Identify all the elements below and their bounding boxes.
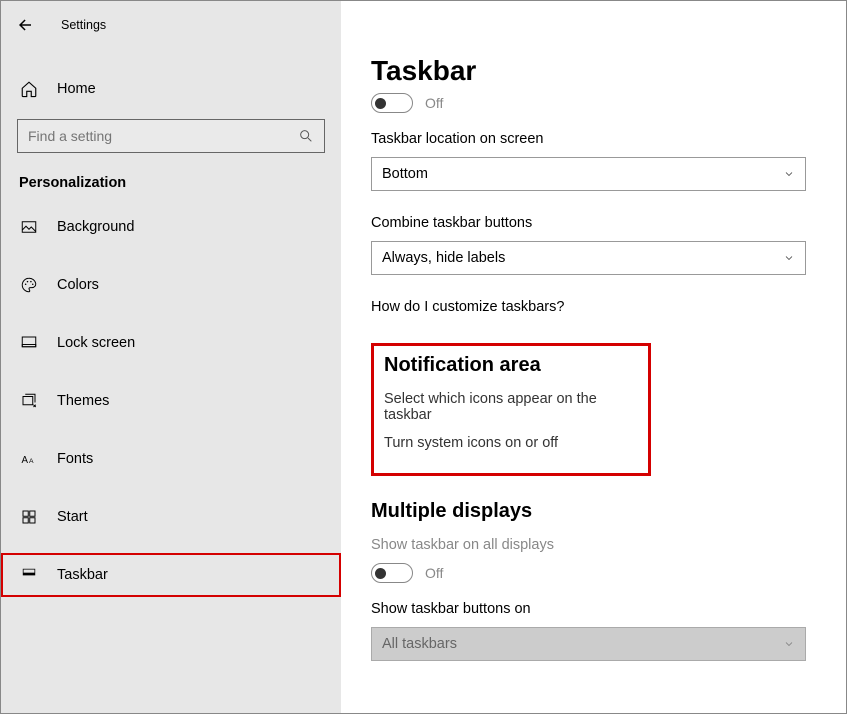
lockscreen-icon: [19, 333, 39, 353]
select-icons-link[interactable]: Select which icons appear on the taskbar: [384, 391, 638, 423]
sidebar-item-fonts[interactable]: AA Fonts: [1, 437, 341, 481]
palette-icon: [19, 275, 39, 295]
sidebar-item-colors[interactable]: Colors: [1, 263, 341, 307]
chevron-down-icon: [783, 168, 795, 180]
themes-icon: [19, 391, 39, 411]
combine-label: Combine taskbar buttons: [371, 215, 806, 231]
sidebar-item-label: Start: [57, 509, 88, 525]
sidebar-item-label: Fonts: [57, 451, 93, 467]
multi-toggle-row: Off: [371, 563, 806, 583]
toggle-switch[interactable]: [371, 93, 413, 113]
dropdown-value: All taskbars: [382, 636, 457, 652]
sidebar-item-start[interactable]: Start: [1, 495, 341, 539]
dropdown-value: Bottom: [382, 166, 428, 182]
nav-list: Background Colors Lock screen Themes AA …: [1, 205, 341, 597]
multi-toggle-label: Show taskbar on all displays: [371, 537, 806, 553]
notification-area-box: Notification area Select which icons app…: [371, 343, 651, 476]
sidebar-item-background[interactable]: Background: [1, 205, 341, 249]
system-icons-link[interactable]: Turn system icons on or off: [384, 435, 638, 451]
toggle-state: Off: [425, 95, 443, 111]
sidebar-item-lockscreen[interactable]: Lock screen: [1, 321, 341, 365]
multi-toggle-state: Off: [425, 565, 443, 581]
svg-text:A: A: [22, 455, 29, 466]
main-content: Taskbar Off Taskbar location on screen B…: [341, 1, 846, 713]
group-label: Personalization: [1, 153, 341, 201]
sidebar-item-label: Themes: [57, 393, 109, 409]
titlebar: Settings: [1, 1, 341, 49]
buttons-dropdown: All taskbars: [371, 627, 806, 661]
sidebar-item-label: Lock screen: [57, 335, 135, 351]
multi-toggle-switch[interactable]: [371, 563, 413, 583]
help-link[interactable]: How do I customize taskbars?: [371, 299, 806, 315]
sidebar-item-label: Colors: [57, 277, 99, 293]
sidebar-item-label: Background: [57, 219, 134, 235]
toggle-row-partial: Off: [371, 93, 806, 113]
search-wrap: [17, 119, 325, 153]
sidebar-item-themes[interactable]: Themes: [1, 379, 341, 423]
dropdown-value: Always, hide labels: [382, 250, 505, 266]
search-input[interactable]: [28, 128, 298, 144]
start-icon: [19, 507, 39, 527]
home-nav[interactable]: Home: [1, 67, 341, 111]
home-icon: [19, 79, 39, 99]
location-label: Taskbar location on screen: [371, 131, 806, 147]
combine-dropdown[interactable]: Always, hide labels: [371, 241, 806, 275]
taskbar-icon: [19, 565, 39, 585]
notification-section-title: Notification area: [384, 354, 638, 377]
chevron-down-icon: [783, 638, 795, 650]
window-title: Settings: [61, 18, 106, 32]
search-icon: [298, 128, 314, 144]
sidebar: Settings Home Personalization Background…: [1, 1, 341, 713]
sidebar-item-taskbar[interactable]: Taskbar: [1, 553, 341, 597]
page-title: Taskbar: [371, 55, 806, 87]
sidebar-item-label: Taskbar: [57, 567, 108, 583]
fonts-icon: AA: [19, 449, 39, 469]
location-dropdown[interactable]: Bottom: [371, 157, 806, 191]
picture-icon: [19, 217, 39, 237]
multiple-displays-title: Multiple displays: [371, 500, 806, 523]
search-box[interactable]: [17, 119, 325, 153]
home-label: Home: [57, 81, 96, 97]
arrow-left-icon: [16, 16, 34, 34]
back-button[interactable]: [11, 11, 39, 39]
chevron-down-icon: [783, 252, 795, 264]
buttons-label: Show taskbar buttons on: [371, 601, 806, 617]
svg-text:A: A: [29, 458, 34, 465]
